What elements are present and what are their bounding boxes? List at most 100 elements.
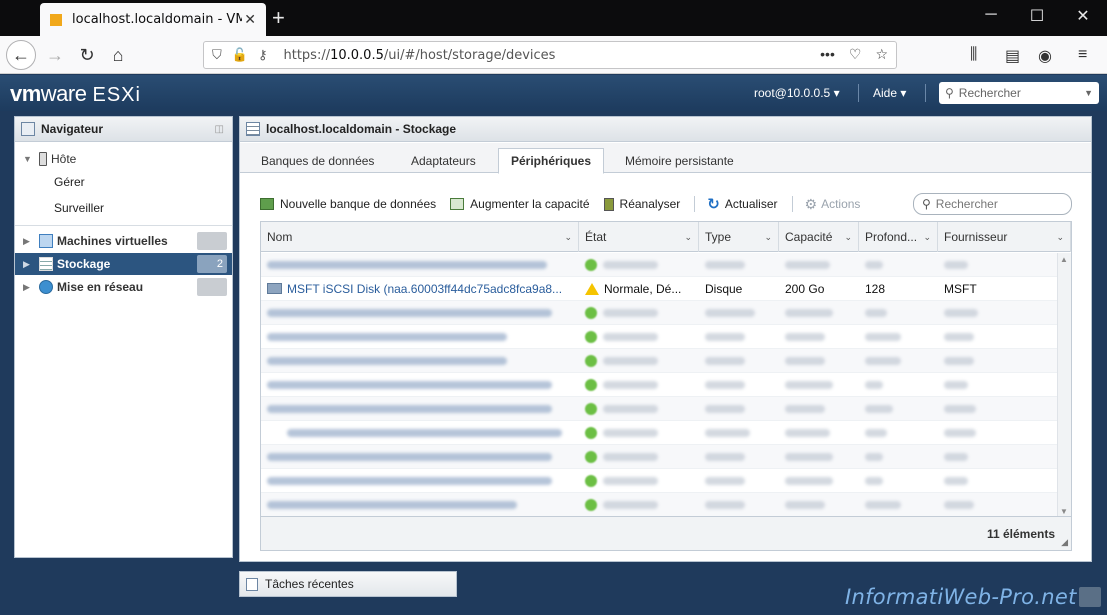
chevron-down-icon[interactable]: ⌄ (844, 232, 852, 243)
resize-handle-icon[interactable]: ◢ (1061, 537, 1068, 548)
maximize-window-button[interactable]: ☐ (1014, 6, 1060, 26)
nav-item-virtual-machines[interactable]: ▶ Machines virtuelles (15, 230, 232, 252)
esxi-header: vmware ESXi root@10.0.0.5 ▾ Aide ▾ ⚲ Rech… (0, 75, 1107, 111)
refresh-button[interactable]: ↻ Actualiser (707, 195, 777, 213)
url-text: https://10.0.0.5/ui/#/host/storage/devic… (283, 47, 556, 63)
table-row[interactable]: MSFT iSCSI Disk (naa.60003ff44dc75adc8fc… (261, 277, 1057, 301)
nav-divider (15, 225, 232, 226)
table-row[interactable] (261, 469, 1057, 493)
header-search-input[interactable]: ⚲ Rechercher ▼ (939, 82, 1099, 104)
help-menu[interactable]: Aide ▾ (873, 86, 906, 100)
table-row[interactable] (261, 445, 1057, 469)
sidebar-icon[interactable]: ▤ (1005, 46, 1020, 66)
search-icon: ⚲ (945, 86, 954, 100)
table-row[interactable] (261, 325, 1057, 349)
browser-tab[interactable]: localhost.localdomain - VMware ESXi ✕ (40, 3, 266, 36)
back-button[interactable]: ← (6, 40, 36, 70)
table-row[interactable] (261, 301, 1057, 325)
storage-icon (246, 122, 260, 136)
chevron-down-icon[interactable]: ⌄ (764, 232, 772, 243)
new-tab-button[interactable]: + (272, 5, 285, 31)
column-header-vendor[interactable]: Fournisseur ⌄ (938, 222, 1071, 252)
expand-arrow-icon[interactable]: ▶ (23, 236, 33, 247)
chevron-down-icon[interactable]: ⌄ (564, 232, 572, 243)
nav-item-storage[interactable]: ▶ Stockage 2 (15, 253, 232, 275)
back-arrow-icon: ← (12, 44, 30, 65)
device-capacity: 200 Go (785, 281, 825, 296)
table-row[interactable] (261, 421, 1057, 445)
pocket-icon[interactable]: ♡ (849, 46, 862, 63)
devices-grid: Nom ⌄ État ⌄ Type ⌄ Capacité ⌄ Profond... ⌄ F… (260, 221, 1072, 551)
tab-datastores[interactable]: Banques de données (249, 149, 386, 173)
minimize-window-button[interactable]: ─ (968, 6, 1014, 24)
grid-vertical-scrollbar[interactable]: ▲ ▼ (1057, 253, 1071, 518)
actions-button[interactable]: ⚙ Actions (805, 196, 861, 213)
grid-header: Nom ⌄ État ⌄ Type ⌄ Capacité ⌄ Profond... ⌄ F… (261, 222, 1071, 252)
close-window-button[interactable]: ✕ (1060, 6, 1106, 26)
expand-arrow-icon[interactable]: ▼ (23, 154, 33, 164)
tab-persistent-memory[interactable]: Mémoire persistante (613, 149, 746, 173)
column-header-state[interactable]: État ⌄ (579, 222, 699, 252)
nav-item-networking[interactable]: ▶ Mise en réseau (15, 276, 232, 298)
address-bar[interactable]: ⛉ 🔓 ⚷ https://10.0.0.5/ui/#/host/storage… (203, 41, 897, 69)
refresh-icon: ↻ (707, 196, 720, 213)
new-datastore-button[interactable]: Nouvelle banque de données (260, 197, 436, 211)
header-divider (925, 84, 926, 102)
close-tab-icon[interactable]: ✕ (244, 11, 256, 28)
forward-button[interactable]: → (40, 40, 70, 70)
page-actions-icon[interactable]: ••• (820, 46, 835, 63)
device-queue-depth: 128 (865, 281, 886, 296)
scroll-down-icon[interactable]: ▼ (1060, 507, 1068, 516)
nav-item-host[interactable]: ▼ Hôte (15, 148, 232, 170)
tab-devices[interactable]: Périphériques (498, 148, 605, 174)
table-row[interactable] (261, 397, 1057, 421)
home-button[interactable]: ⌂ (103, 40, 133, 70)
device-state: Normale, Dé... (604, 281, 682, 296)
chevron-down-icon[interactable]: ⌄ (684, 232, 692, 243)
nav-item-host-monitor[interactable]: Surveiller (54, 201, 104, 215)
account-icon[interactable]: ◉ (1038, 46, 1052, 66)
grid-search-input[interactable]: ⚲ Rechercher (913, 193, 1072, 215)
esxi-favicon-icon (50, 13, 62, 26)
table-row[interactable] (261, 253, 1057, 277)
recent-tasks-panel[interactable]: Tâches récentes (239, 571, 457, 597)
storage-panel: localhost.localdomain - Stockage Banques… (239, 116, 1092, 562)
column-header-capacity[interactable]: Capacité ⌄ (779, 222, 859, 252)
bookmark-star-icon[interactable]: ☆ (875, 46, 888, 63)
storage-tabs: Banques de données Adaptateurs Périphéri… (240, 143, 1091, 174)
table-row[interactable] (261, 349, 1057, 373)
search-icon: ⚲ (922, 197, 931, 211)
table-row[interactable] (261, 373, 1057, 397)
column-header-name[interactable]: Nom ⌄ (261, 222, 579, 252)
library-icon[interactable]: ⫼ (970, 46, 977, 64)
network-count-badge (197, 278, 227, 296)
chevron-down-icon[interactable]: ⌄ (923, 232, 931, 243)
collapse-panel-icon[interactable]: ◫ (215, 124, 224, 135)
forward-arrow-icon: → (46, 44, 64, 65)
browser-tab-title: localhost.localdomain - VMware ESXi (72, 12, 242, 27)
menu-icon[interactable]: ≡ (1078, 46, 1087, 64)
rescan-icon (603, 197, 614, 211)
toolbar-divider (694, 196, 696, 212)
scroll-up-icon[interactable]: ▲ (1060, 255, 1068, 264)
toolbar-divider (791, 196, 793, 212)
browser-navbar: ← → ↻ ⌂ ⛉ 🔓 ⚷ https://10.0.0.5/ui/#/host… (0, 36, 1107, 74)
expand-arrow-icon[interactable]: ▶ (23, 259, 33, 270)
virtual-machines-icon (39, 234, 53, 248)
user-menu[interactable]: root@10.0.0.5 ▾ (754, 86, 840, 100)
column-header-type[interactable]: Type ⌄ (699, 222, 779, 252)
chevron-down-icon[interactable]: ▼ (1084, 88, 1093, 98)
grid-footer: 11 éléments ◢ (261, 516, 1071, 550)
device-name-link[interactable]: MSFT iSCSI Disk (naa.60003ff44dc75adc8fc… (287, 282, 562, 296)
tab-adapters[interactable]: Adaptateurs (399, 149, 488, 173)
reload-button[interactable]: ↻ (72, 40, 102, 70)
chevron-down-icon[interactable]: ⌄ (1056, 232, 1064, 243)
increase-capacity-button[interactable]: Augmenter la capacité (450, 197, 590, 211)
browser-tabbar: localhost.localdomain - VMware ESXi ✕ + … (0, 0, 1107, 36)
home-icon: ⌂ (112, 44, 124, 65)
nav-item-host-manage[interactable]: Gérer (54, 175, 85, 189)
column-header-queue-depth[interactable]: Profond... ⌄ (859, 222, 938, 252)
rescan-button[interactable]: Réanalyser (603, 197, 680, 211)
table-row[interactable] (261, 493, 1057, 517)
expand-arrow-icon[interactable]: ▶ (23, 282, 33, 293)
